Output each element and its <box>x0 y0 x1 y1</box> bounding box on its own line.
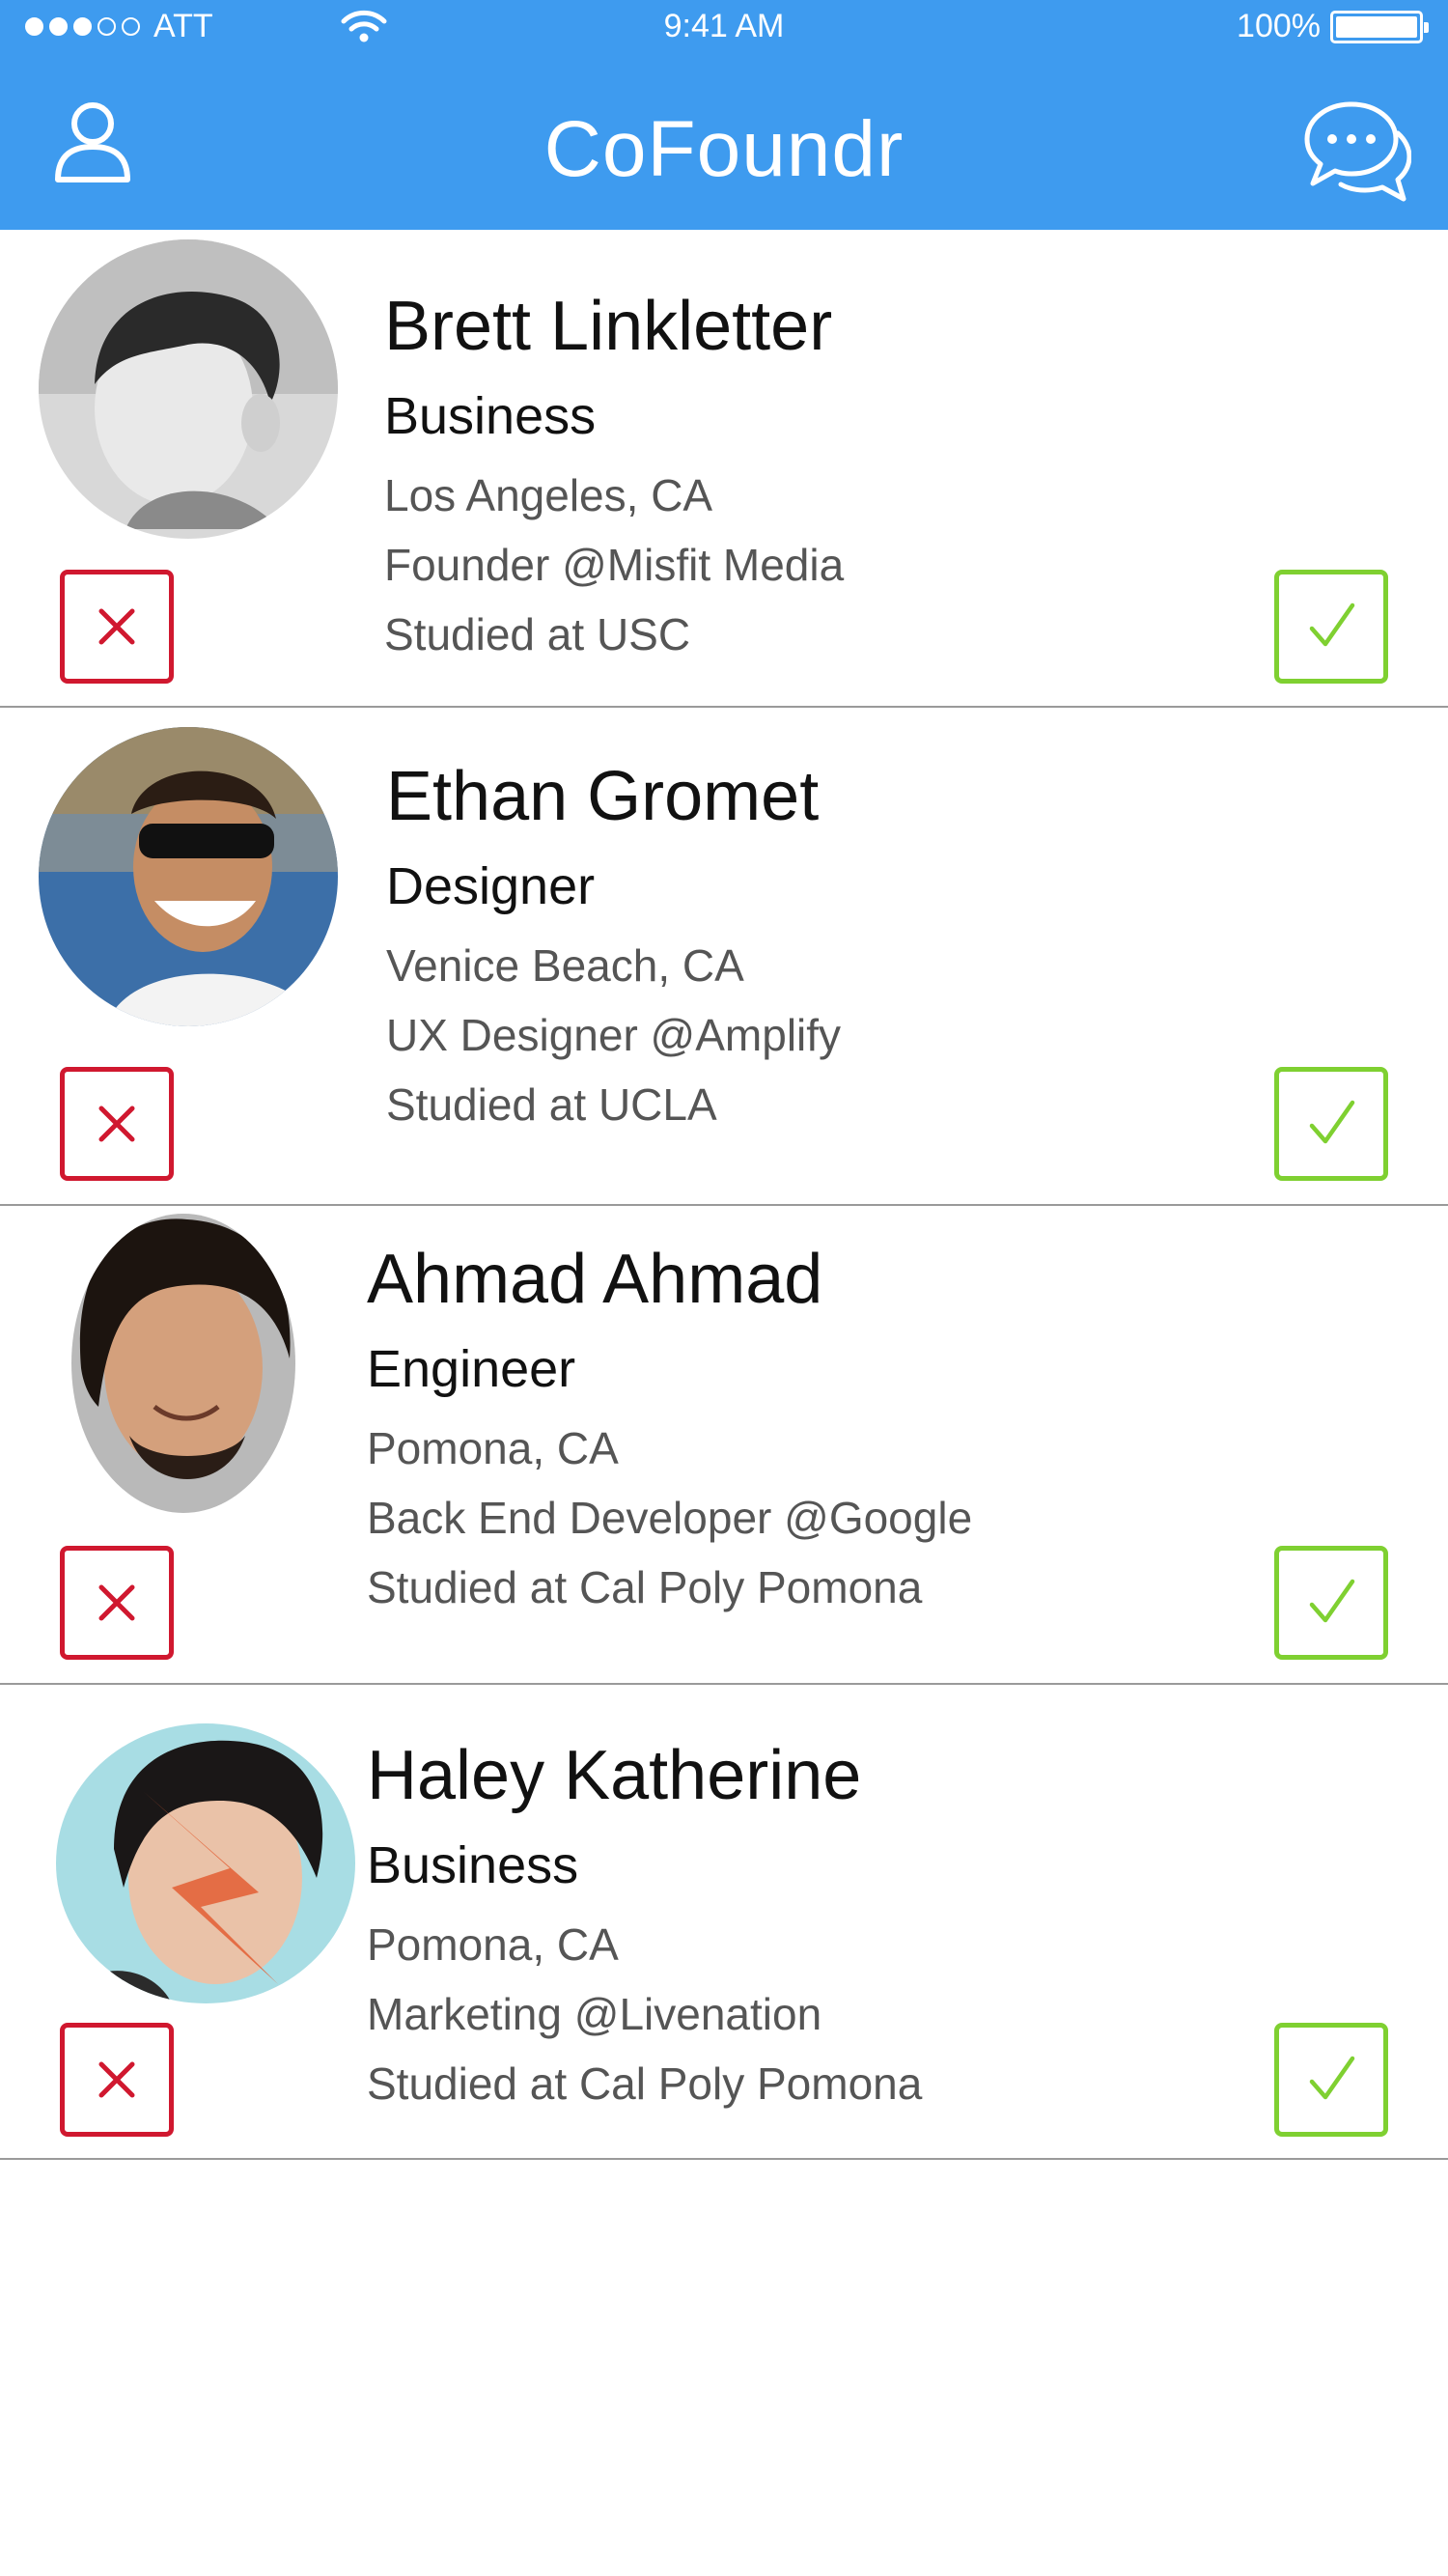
checkmark-icon <box>1309 1579 1355 1623</box>
status-bar: ATT 9:41 AM 100% <box>0 0 1448 56</box>
nav-bar: CoFoundr <box>0 56 1448 230</box>
profile-position: Marketing @Livenation <box>367 1989 822 2039</box>
reject-button[interactable] <box>60 2023 174 2137</box>
profile-card: Ahmad Ahmad Engineer Pomona, CA Back End… <box>0 1206 1448 1685</box>
profile-education: Studied at Cal Poly Pomona <box>367 2058 923 2109</box>
checkmark-icon <box>1309 602 1355 647</box>
profile-role: Business <box>367 1836 579 1894</box>
profile-info: Ahmad Ahmad Engineer Pomona, CA Back End… <box>367 1245 972 1610</box>
profile-name[interactable]: Brett Linkletter <box>384 292 844 361</box>
profile-location: Pomona, CA <box>367 1423 619 1473</box>
chat-bubbles-icon[interactable] <box>1295 95 1411 210</box>
x-icon <box>98 1106 135 1142</box>
x-icon <box>98 1584 135 1621</box>
x-icon <box>98 608 135 645</box>
profile-location: Los Angeles, CA <box>384 470 713 520</box>
profile-role: Designer <box>386 857 596 915</box>
header-bar: ATT 9:41 AM 100% CoFoundr <box>0 0 1448 230</box>
profile-position: UX Designer @Amplify <box>386 1010 842 1060</box>
avatar-photo <box>39 727 338 1026</box>
profile-position: Back End Developer @Google <box>367 1493 973 1543</box>
avatar-photo <box>71 1214 295 1513</box>
avatar-photo <box>56 1723 355 2003</box>
profile-list: Brett Linkletter Business Los Angeles, C… <box>0 230 1448 2160</box>
accept-button[interactable] <box>1274 1546 1388 1660</box>
profile-info: Brett Linkletter Business Los Angeles, C… <box>384 292 844 657</box>
accept-button[interactable] <box>1274 570 1388 684</box>
x-icon <box>98 2061 135 2098</box>
profile-education: Studied at UCLA <box>386 1079 717 1130</box>
profile-position: Founder @Misfit Media <box>384 540 845 590</box>
reject-button[interactable] <box>60 570 174 684</box>
profile-card: Ethan Gromet Designer Venice Beach, CA U… <box>0 708 1448 1206</box>
battery-status: 100% <box>1237 8 1429 45</box>
profile-education: Studied at Cal Poly Pomona <box>367 1562 923 1612</box>
profile-education: Studied at USC <box>384 609 691 659</box>
checkmark-icon <box>1309 1100 1355 1144</box>
app-title: CoFoundr <box>543 105 905 193</box>
profile-info: Ethan Gromet Designer Venice Beach, CA U… <box>386 762 841 1127</box>
profile-name[interactable]: Ethan Gromet <box>386 762 841 831</box>
avatar-photo <box>39 239 338 539</box>
profile-card: Haley Katherine Business Pomona, CA Mark… <box>0 1685 1448 2160</box>
checkmark-icon <box>1309 2056 1355 2100</box>
profile-info: Haley Katherine Business Pomona, CA Mark… <box>367 1741 922 2106</box>
profile-name[interactable]: Ahmad Ahmad <box>367 1245 972 1314</box>
reject-button[interactable] <box>60 1546 174 1660</box>
battery-percent: 100% <box>1237 8 1321 44</box>
accept-button[interactable] <box>1274 2023 1388 2137</box>
accept-button[interactable] <box>1274 1067 1388 1181</box>
profile-location: Pomona, CA <box>367 1919 619 1970</box>
profile-role: Business <box>384 387 597 445</box>
clock: 9:41 AM <box>663 8 785 44</box>
profile-card: Brett Linkletter Business Los Angeles, C… <box>0 230 1448 708</box>
profile-location: Venice Beach, CA <box>386 940 744 991</box>
reject-button[interactable] <box>60 1067 174 1181</box>
profile-name[interactable]: Haley Katherine <box>367 1741 922 1810</box>
profile-role: Engineer <box>367 1340 576 1398</box>
battery-icon <box>1330 10 1429 43</box>
